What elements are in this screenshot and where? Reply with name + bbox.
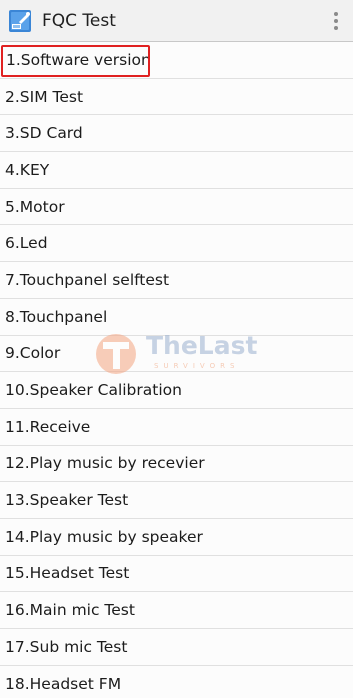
- list-item[interactable]: 11.Receive: [0, 408, 353, 446]
- list-item-label: 16.Main mic Test: [5, 601, 135, 620]
- list-item-label: 4.KEY: [5, 160, 50, 179]
- list-item[interactable]: 8.Touchpanel: [0, 298, 353, 336]
- list-item-label: 18.Headset FM: [5, 674, 122, 693]
- list-item[interactable]: 2.SIM Test: [0, 78, 353, 116]
- test-list: 1.Software version 2.SIM Test 3.SD Card 4.K…: [0, 42, 353, 698]
- list-item[interactable]: 16.Main mic Test: [0, 592, 353, 629]
- list-item-label: 10.Speaker Calibration: [5, 381, 182, 400]
- list-item-label: 14.Play music by speaker: [5, 527, 203, 546]
- list-item[interactable]: 17.Sub mic Test: [0, 629, 353, 666]
- list-item-label: 17.Sub mic Test: [5, 637, 128, 656]
- fqc-app-icon: [9, 10, 31, 32]
- list-item[interactable]: 15.Headset Test: [0, 555, 353, 593]
- list-item[interactable]: 18.Headset FM: [0, 665, 353, 698]
- list-item-label: 11.Receive: [5, 417, 91, 436]
- action-bar: FQC Test: [0, 0, 353, 42]
- fqc-test-screen: FQC Test 1.Software version 2.SIM Test 3.S…: [0, 0, 353, 698]
- list-item[interactable]: 13.Speaker Test: [0, 482, 353, 519]
- list-item[interactable]: 12.Play music by recevier: [0, 445, 353, 483]
- list-item-label: 2.SIM Test: [5, 87, 84, 106]
- list-item-label: 1.Software version: [6, 50, 151, 69]
- list-item[interactable]: 6.Led: [0, 225, 353, 263]
- list-item-label: 6.Led: [5, 234, 48, 253]
- list-item-label: 3.SD Card: [5, 124, 83, 143]
- list-item[interactable]: 3.SD Card: [0, 115, 353, 153]
- list-item-label: 12.Play music by recevier: [5, 454, 205, 473]
- list-item[interactable]: 1.Software version: [0, 42, 353, 79]
- list-item-label: 9.Color: [5, 344, 61, 363]
- list-item[interactable]: 10.Speaker Calibration: [0, 372, 353, 409]
- app-title: FQC Test: [42, 11, 116, 31]
- list-item[interactable]: 7.Touchpanel selftest: [0, 262, 353, 299]
- list-item-label: 15.Headset Test: [5, 564, 130, 583]
- list-item[interactable]: 14.Play music by speaker: [0, 518, 353, 556]
- list-item[interactable]: 4.KEY: [0, 152, 353, 189]
- list-item-label: 7.Touchpanel selftest: [5, 270, 170, 289]
- list-item[interactable]: 9.Color: [0, 335, 353, 373]
- overflow-menu-icon[interactable]: [331, 11, 341, 31]
- list-item-label: 5.Motor: [5, 197, 65, 216]
- list-item-label: 13.Speaker Test: [5, 491, 129, 510]
- list-item-label: 8.Touchpanel: [5, 307, 108, 326]
- list-item[interactable]: 5.Motor: [0, 188, 353, 226]
